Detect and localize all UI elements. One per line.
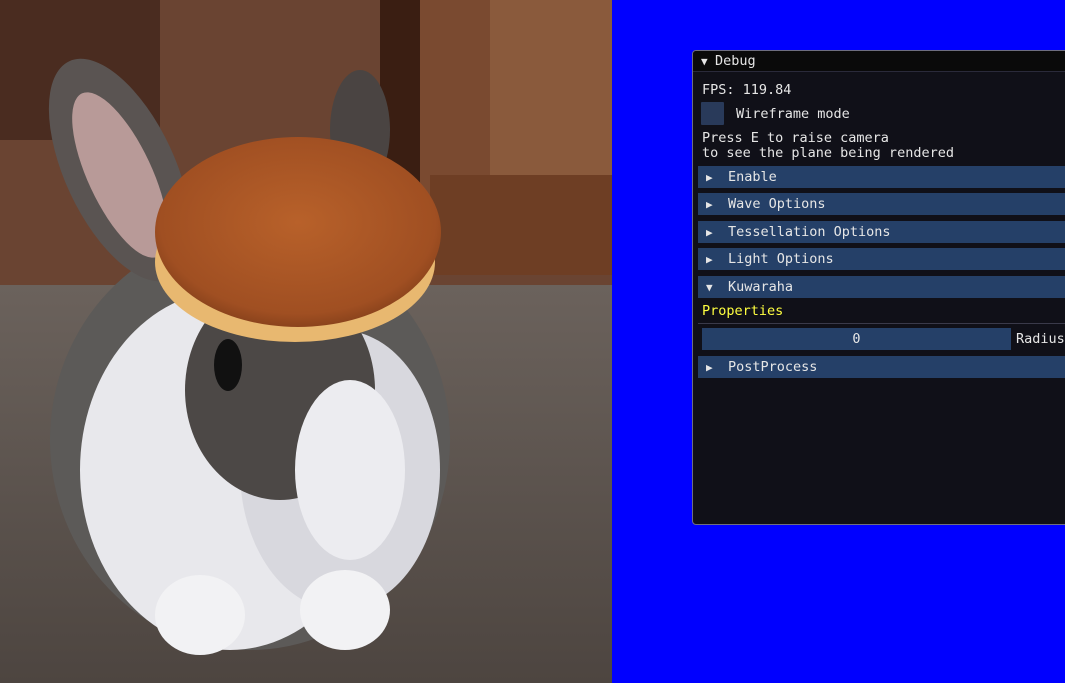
section-label-enable: Enable xyxy=(728,169,777,185)
section-header-light-options[interactable]: ▶ Light Options xyxy=(698,248,1065,270)
section-label-postprocess: PostProcess xyxy=(728,359,818,375)
section-header-postprocess[interactable]: ▶ PostProcess xyxy=(698,356,1065,378)
radius-label: Radius xyxy=(1016,331,1065,347)
wireframe-checkbox-row[interactable]: Wireframe mode xyxy=(701,102,850,125)
triangle-right-icon: ▶ xyxy=(706,225,713,239)
camera-hint-line-2: to see the plane being rendered xyxy=(702,145,954,161)
section-label-wave-options: Wave Options xyxy=(728,196,826,212)
section-header-enable[interactable]: ▶ Enable xyxy=(698,166,1065,188)
properties-label: Properties xyxy=(702,303,784,319)
debug-window-title-bar[interactable]: ▼ Debug xyxy=(693,51,1065,72)
triangle-right-icon: ▶ xyxy=(706,360,713,374)
properties-separator xyxy=(698,323,1065,324)
debug-window[interactable]: ▼ Debug FPS: 119.84 Wireframe mode Press… xyxy=(692,50,1065,525)
section-header-kuwahara[interactable]: ▼ Kuwaraha xyxy=(698,276,1065,298)
wireframe-checkbox-label[interactable]: Wireframe mode xyxy=(736,106,850,122)
section-label-tessellation-options: Tessellation Options xyxy=(728,224,891,240)
radius-slider[interactable]: 0 xyxy=(702,328,1011,350)
radius-slider-value: 0 xyxy=(852,331,861,347)
triangle-right-icon: ▶ xyxy=(706,170,713,184)
debug-window-title: Debug xyxy=(715,53,756,69)
triangle-right-icon: ▶ xyxy=(706,252,713,266)
rabbit-photo xyxy=(0,0,612,683)
wireframe-checkbox[interactable] xyxy=(701,102,724,125)
camera-hint-line-1: Press E to raise camera xyxy=(702,130,889,146)
section-header-tessellation-options[interactable]: ▶ Tessellation Options xyxy=(698,221,1065,243)
section-header-wave-options[interactable]: ▶ Wave Options xyxy=(698,193,1065,215)
fps-readout: FPS: 119.84 xyxy=(702,82,792,98)
triangle-down-icon[interactable]: ▼ xyxy=(701,55,715,68)
triangle-down-icon: ▼ xyxy=(706,280,713,294)
section-label-kuwahara: Kuwaraha xyxy=(728,279,794,295)
triangle-right-icon: ▶ xyxy=(706,197,713,211)
section-label-light-options: Light Options xyxy=(728,251,834,267)
rendered-scene xyxy=(0,0,612,683)
